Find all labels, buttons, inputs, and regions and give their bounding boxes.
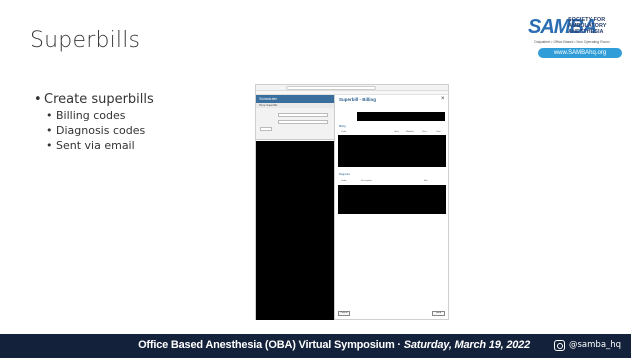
billing-header: Units xyxy=(394,131,399,133)
diagnosis-header: Code xyxy=(341,180,347,182)
left-panel xyxy=(256,108,334,140)
send-button[interactable]: Send xyxy=(432,311,445,316)
cancel-button[interactable]: Cancel xyxy=(338,311,350,316)
instagram-icon xyxy=(554,340,565,351)
logo-tagline: Outpatient • Office Based • Non Operatin… xyxy=(534,40,610,44)
diagnosis-header: Description xyxy=(361,180,372,182)
close-icon: × xyxy=(441,96,445,102)
app-screenshot: Scheduler Home Superbills Superbill - Bi… xyxy=(255,84,449,320)
billing-header: Total xyxy=(436,131,441,133)
billing-header: Code xyxy=(341,131,347,133)
billing-header: Price xyxy=(422,131,427,133)
panel-title: Superbill - Billing xyxy=(339,97,376,102)
left-button xyxy=(260,127,272,131)
app-header: Scheduler xyxy=(256,95,334,103)
bullet-sub: • Sent via email xyxy=(46,139,135,152)
bullet-sub: • Diagnosis codes xyxy=(46,124,146,137)
footer-text: Office Based Anesthesia (OBA) Virtual Sy… xyxy=(138,339,530,351)
samba-logo: SAMBA SOCIETY FOR AMBULATORY ANESTHESIA … xyxy=(528,16,623,68)
billing-header: Modifier xyxy=(406,131,414,133)
redacted-left xyxy=(256,141,334,320)
bullet-sub: • Billing codes xyxy=(46,109,126,122)
bullet-list: • Create superbills • Billing codes • Diagn… xyxy=(34,91,154,153)
redacted-block xyxy=(338,135,446,167)
left-field xyxy=(278,120,328,124)
address-bar xyxy=(286,86,376,90)
left-field xyxy=(278,113,328,117)
footer-banner: Office Based Anesthesia (OBA) Virtual Sy… xyxy=(0,334,631,358)
section-billing-label: Billing xyxy=(339,125,346,128)
diagnosis-header: Ref xyxy=(424,180,428,182)
logo-url: www.SAMBAhq.org xyxy=(538,48,622,58)
redacted-block xyxy=(338,185,446,214)
panel-divider xyxy=(334,95,335,320)
slide-title: Superbills xyxy=(30,28,141,53)
bullet-main: • Create superbills xyxy=(34,92,154,107)
redacted-block xyxy=(357,112,445,121)
logo-society-text: SOCIETY FOR AMBULATORY ANESTHESIA xyxy=(568,17,607,35)
section-diagnosis-label: Diagnosis xyxy=(339,173,350,176)
instagram-handle: @samba_hq xyxy=(569,340,622,350)
